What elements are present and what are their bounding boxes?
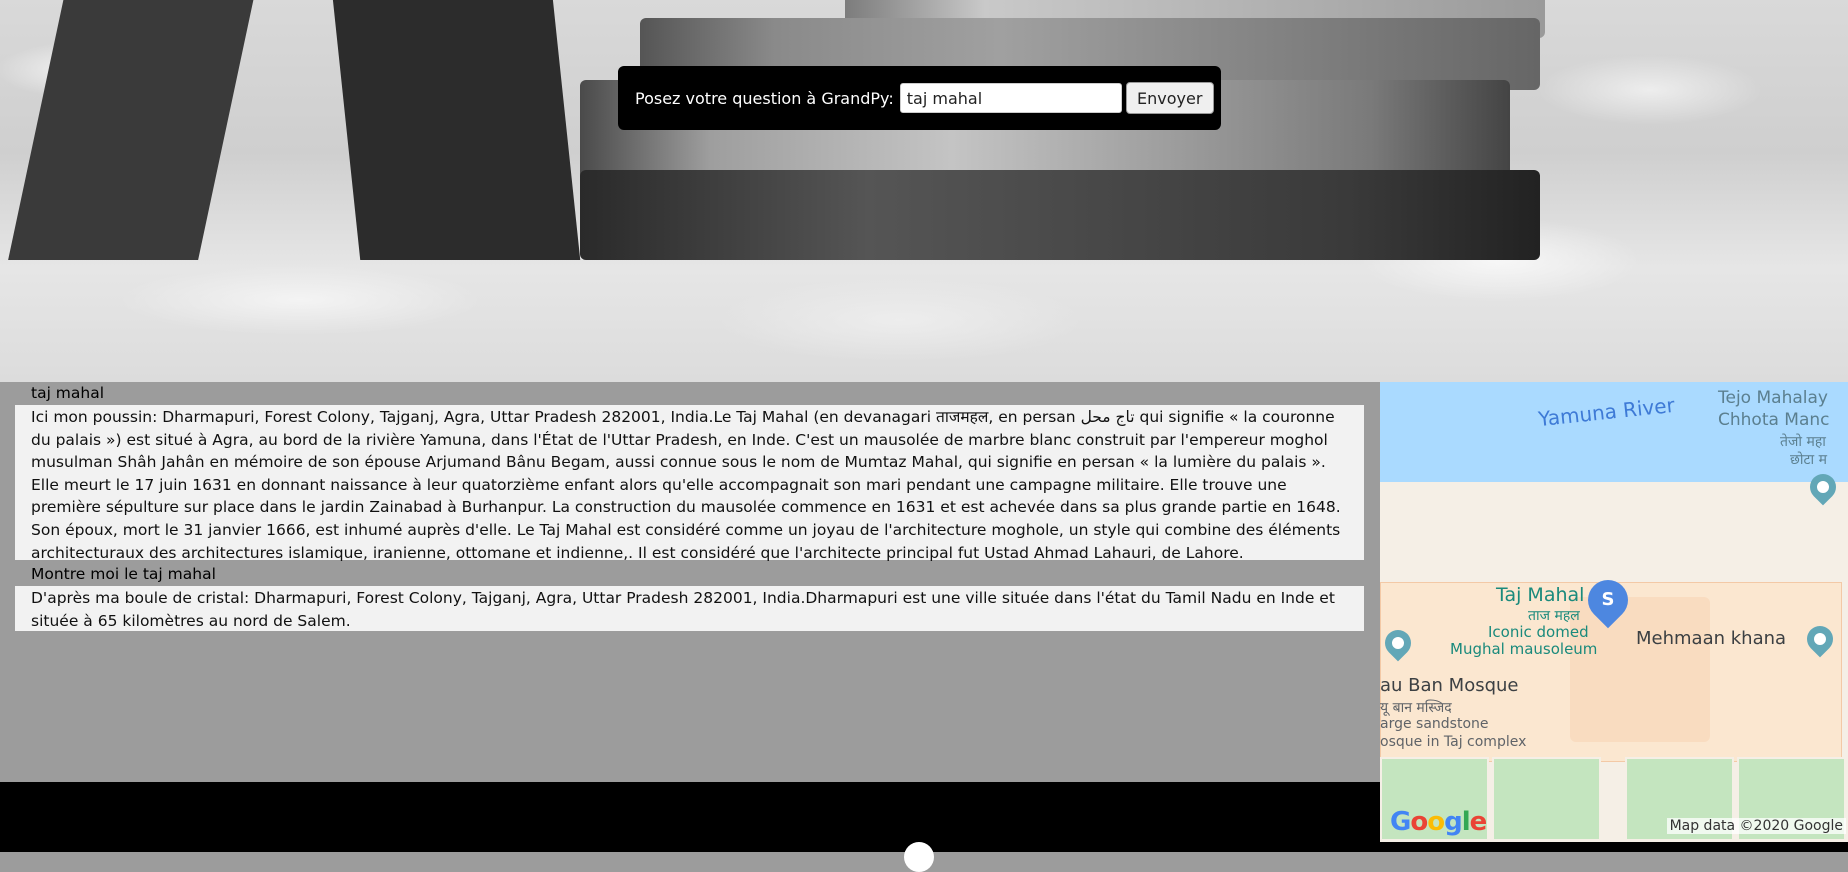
leaning-book bbox=[329, 0, 581, 260]
mehmaan-label: Mehmaan khana bbox=[1636, 628, 1787, 649]
map-place-label: Chhota Manc bbox=[1718, 410, 1830, 430]
taj-desc-label: Iconic domed bbox=[1488, 623, 1589, 641]
map-marker-icon[interactable]: S bbox=[1579, 571, 1637, 629]
google-logo-letter: l bbox=[1461, 807, 1471, 837]
google-logo: Google bbox=[1390, 807, 1488, 837]
chat-area: taj mahal Ici mon poussin: Dharmapuri, F… bbox=[0, 382, 1380, 782]
google-logo-letter: G bbox=[1390, 807, 1411, 837]
map-place-label: छोटा म bbox=[1790, 452, 1827, 468]
book bbox=[580, 170, 1540, 260]
question-label: Posez votre question à GrandPy: bbox=[635, 88, 894, 108]
google-logo-letter: g bbox=[1444, 807, 1463, 837]
user-question: Montre moi le taj mahal bbox=[31, 565, 216, 583]
mosque-label: arge sandstone bbox=[1380, 716, 1489, 732]
mosque-label: osque in Taj complex bbox=[1380, 734, 1527, 750]
question-input[interactable] bbox=[899, 83, 1122, 113]
taj-title-label: Taj Mahal bbox=[1496, 584, 1585, 606]
mosque-label: au Ban Mosque bbox=[1380, 675, 1519, 696]
taj-desc-label: Mughal mausoleum bbox=[1450, 640, 1598, 658]
map-place-label: तेजो महा bbox=[1780, 434, 1826, 450]
map-attribution[interactable]: Map data ©2020 Google bbox=[1666, 818, 1846, 834]
hero-banner: Posez votre question à GrandPy: Envoyer bbox=[0, 0, 1848, 382]
bot-answer: Ici mon poussin: Dharmapuri, Forest Colo… bbox=[15, 405, 1364, 562]
google-logo-letter: e bbox=[1469, 807, 1488, 837]
garden-area bbox=[1492, 757, 1601, 841]
google-logo-letter: o bbox=[1410, 807, 1428, 837]
marker-letter: S bbox=[1601, 589, 1615, 610]
map-place-label: Tejo Mahalay bbox=[1718, 388, 1828, 408]
google-map[interactable]: Yamuna River Tejo Mahalay Chhota Manc ते… bbox=[1380, 382, 1848, 842]
mosque-label: यू बान मस्जिद bbox=[1380, 700, 1452, 716]
question-form: Posez votre question à GrandPy: Envoyer bbox=[618, 66, 1221, 130]
footer bbox=[0, 782, 1380, 872]
send-button[interactable]: Envoyer bbox=[1125, 82, 1214, 114]
bot-answer: D'après ma boule de cristal: Dharmapuri,… bbox=[15, 586, 1364, 631]
river-label: Yamuna River bbox=[1537, 392, 1676, 432]
footer bbox=[1380, 842, 1848, 852]
book-stack-image bbox=[560, 0, 1560, 262]
user-question: taj mahal bbox=[31, 384, 105, 402]
google-logo-letter: o bbox=[1427, 807, 1445, 837]
github-icon[interactable] bbox=[904, 842, 934, 872]
